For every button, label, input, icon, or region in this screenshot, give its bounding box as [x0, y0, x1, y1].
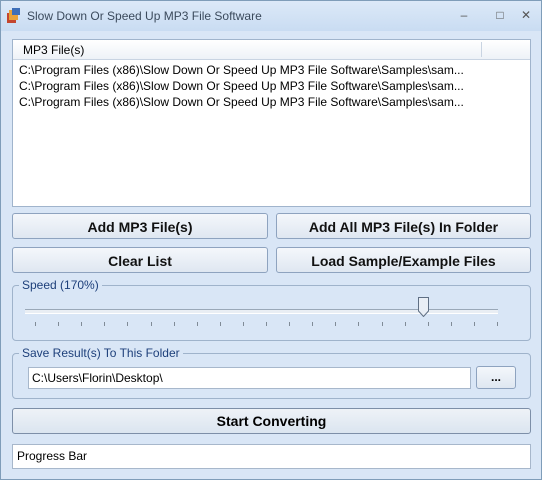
- slider-tick: [381, 322, 383, 326]
- client-area: MP3 File(s) C:\Program Files (x86)\Slow …: [1, 31, 541, 479]
- slider-tick: [35, 322, 36, 326]
- slider-tick: [173, 322, 175, 326]
- speed-slider-thumb[interactable]: [418, 297, 430, 317]
- list-item[interactable]: C:\Program Files (x86)\Slow Down Or Spee…: [19, 62, 524, 78]
- slider-tick: [358, 322, 360, 326]
- slider-tick: [404, 322, 406, 326]
- slider-tick: [127, 322, 129, 326]
- slider-tick: [289, 322, 291, 326]
- load-samples-button[interactable]: Load Sample/Example Files: [276, 247, 531, 273]
- slider-tick: [497, 322, 498, 326]
- output-folder-label: Save Result(s) To This Folder: [19, 346, 183, 360]
- slider-tick: [266, 322, 267, 326]
- list-item[interactable]: C:\Program Files (x86)\Slow Down Or Spee…: [19, 78, 524, 94]
- title-bar[interactable]: Slow Down Or Speed Up MP3 File Software …: [1, 1, 541, 31]
- slider-tick: [81, 322, 83, 326]
- file-list-body: C:\Program Files (x86)\Slow Down Or Spee…: [19, 62, 524, 110]
- slider-tick: [450, 322, 452, 326]
- add-files-button[interactable]: Add MP3 File(s): [12, 213, 268, 239]
- slider-tick: [219, 322, 221, 326]
- slider-tick: [427, 322, 429, 326]
- output-folder-input[interactable]: C:\Users\Florin\Desktop\: [28, 367, 471, 389]
- slider-tick: [104, 322, 106, 326]
- slider-tick: [335, 322, 337, 326]
- column-header-files[interactable]: MP3 File(s): [23, 43, 84, 57]
- slider-tick: [58, 322, 60, 326]
- window-title: Slow Down Or Speed Up MP3 File Software: [27, 9, 262, 23]
- slider-tick: [242, 322, 244, 326]
- start-converting-button[interactable]: Start Converting: [12, 408, 531, 434]
- file-list-header[interactable]: MP3 File(s): [13, 40, 530, 60]
- slider-tick: [150, 322, 152, 326]
- list-item[interactable]: C:\Program Files (x86)\Slow Down Or Spee…: [19, 94, 524, 110]
- slider-tick: [196, 322, 198, 326]
- add-folder-button[interactable]: Add All MP3 File(s) In Folder: [276, 213, 531, 239]
- slider-tick: [473, 322, 475, 326]
- progress-bar: Progress Bar: [12, 444, 531, 469]
- browse-button[interactable]: ...: [476, 366, 516, 389]
- speed-label: Speed (170%): [19, 278, 102, 292]
- app-window: Slow Down Or Speed Up MP3 File Software …: [0, 0, 542, 480]
- slider-tick: [312, 322, 314, 326]
- app-icon: [7, 8, 20, 23]
- column-separator[interactable]: [481, 42, 482, 57]
- minimize-icon[interactable]: –: [453, 7, 475, 23]
- close-icon[interactable]: ✕: [515, 7, 537, 23]
- clear-list-button[interactable]: Clear List: [12, 247, 268, 273]
- file-list[interactable]: MP3 File(s) C:\Program Files (x86)\Slow …: [12, 39, 531, 207]
- maximize-icon[interactable]: □: [489, 7, 511, 23]
